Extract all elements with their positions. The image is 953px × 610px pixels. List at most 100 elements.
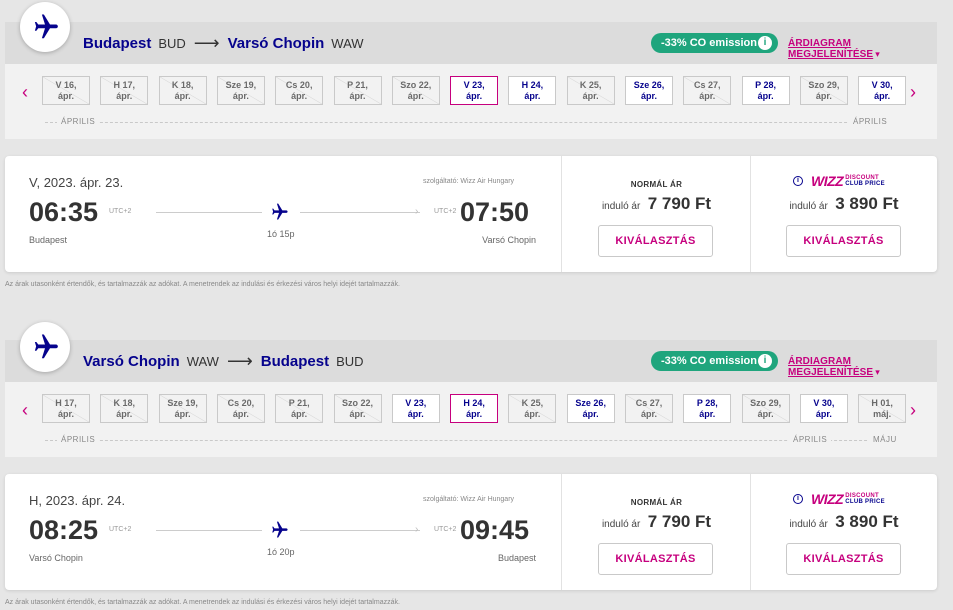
date-cell-month: ápr. xyxy=(232,91,249,101)
date-cell: Sze 19, ápr. xyxy=(216,76,265,105)
operator: szolgáltató: Wizz Air Hungary xyxy=(423,178,515,185)
select-club-button[interactable]: KIVÁLASZTÁS xyxy=(786,225,901,257)
date-cell-day: Sze 26, xyxy=(633,80,665,90)
price-chart-link[interactable]: ÁRDIAGRAM MEGJELENÍTÉSE ▾ xyxy=(788,356,937,378)
chevron-left-icon[interactable]: ‹ xyxy=(17,400,33,421)
return-section: Varsó Chopin WAW ⟶ Budapest BUD -33% CO … xyxy=(0,318,953,610)
select-club-button[interactable]: KIVÁLASZTÁS xyxy=(786,543,901,575)
origin-code: WAW xyxy=(186,353,219,369)
price-chart-link[interactable]: ÁRDIAGRAM MEGJELENÍTÉSE ▾ xyxy=(788,38,937,60)
date-selector: ‹ › ÁPRILIS ÁPRILIS MÁJU H 17, ápr. K 18, á… xyxy=(5,382,937,457)
info-icon[interactable]: i xyxy=(758,354,772,368)
date-cell-month: ápr. xyxy=(815,91,832,101)
price-value: 3 890 Ft xyxy=(835,512,899,531)
normal-price-header: NORMÁL ÁR xyxy=(630,180,683,189)
date-cell-month: ápr. xyxy=(524,91,541,101)
date-cell[interactable]: P 28, ápr. xyxy=(683,394,732,423)
price-value: 3 890 Ft xyxy=(835,194,899,213)
date-cell-day: K 25, xyxy=(579,80,602,90)
date-cell-day: P 28, xyxy=(755,80,777,90)
date-cell-day: V 30, xyxy=(813,398,835,408)
price-value: 7 790 Ft xyxy=(647,194,712,213)
departure-city: Budapest xyxy=(29,235,68,245)
date-cell: V 16, ápr. xyxy=(42,76,90,105)
date-cell: K 25, ápr. xyxy=(566,76,615,105)
discount-club-logo: i WIZZ DISCOUNT CLUB PRICE xyxy=(793,173,885,189)
date-cell-month: ápr. xyxy=(699,91,716,101)
date-cell-day: Sze 26, xyxy=(575,398,606,408)
chevron-right-icon[interactable]: › xyxy=(905,82,921,103)
date-cell[interactable]: H 24, ápr. xyxy=(508,76,557,105)
date-cell-day: V 23, xyxy=(463,80,485,90)
normal-price-column: NORMÁL ÁR induló ár 7 790 Ft KIVÁLASZTÁS xyxy=(562,156,751,272)
date-cell: Sze 19, ápr. xyxy=(158,394,207,423)
departure-utc: UTC+2 xyxy=(109,526,132,533)
date-cell-day: P 28, xyxy=(696,398,718,408)
date-cell-month: ápr. xyxy=(466,409,483,419)
month-divider xyxy=(45,440,887,441)
normal-price: induló ár 7 790 Ft xyxy=(562,194,751,214)
route-line xyxy=(156,530,262,531)
date-cell[interactable]: H 24, ápr. xyxy=(450,394,499,423)
date-cell-day: Szo 22, xyxy=(341,398,373,408)
date-cell: P 21, ápr. xyxy=(333,76,382,105)
date-cell: Cs 20, ápr. xyxy=(216,394,265,423)
route-line xyxy=(156,212,262,213)
info-icon[interactable]: i xyxy=(793,176,803,186)
flight-card: H, 2023. ápr. 24. szolgáltató: Wizz Air … xyxy=(5,474,937,590)
select-normal-button[interactable]: KIVÁLASZTÁS xyxy=(598,543,713,575)
date-cell[interactable]: Sze 26, ápr. xyxy=(566,394,615,423)
date-cell-month: ápr. xyxy=(582,91,599,101)
select-normal-button[interactable]: KIVÁLASZTÁS xyxy=(598,225,713,257)
arrival-city: Budapest xyxy=(497,553,536,563)
date-cell-month: ápr. xyxy=(582,409,599,419)
date-cell: Szo 22, ápr. xyxy=(333,394,382,423)
info-icon[interactable]: i xyxy=(758,36,772,50)
date-cell-day: Cs 20, xyxy=(227,398,255,408)
date-cell[interactable]: Sze 26, ápr. xyxy=(625,76,673,105)
from-label: induló ár xyxy=(601,201,641,212)
date-cell-day: K 25, xyxy=(521,398,544,408)
date-cell-month: ápr. xyxy=(116,91,133,101)
date-cell-month: ápr. xyxy=(640,409,657,419)
date-cell-day: Szo 29, xyxy=(808,80,840,90)
date-cell: Cs 27, ápr. xyxy=(625,394,673,423)
date-cell-day: Sze 19, xyxy=(167,398,198,408)
date-cell[interactable]: V 23, ápr. xyxy=(450,76,499,105)
date-cell-day: H 17, xyxy=(113,80,136,90)
info-icon[interactable]: i xyxy=(793,494,803,504)
emission-label: -33% CO emission xyxy=(661,37,757,49)
club-text: DISCOUNT CLUB PRICE xyxy=(845,493,885,505)
club-line2: CLUB PRICE xyxy=(845,499,885,505)
date-cell-day: P 21, xyxy=(288,398,310,408)
date-cell-month: ápr. xyxy=(524,409,541,419)
date-cell-day: V 23, xyxy=(405,398,427,408)
emission-badge[interactable]: -33% CO emission i xyxy=(651,33,778,53)
club-price: induló ár 3 890 Ft xyxy=(751,512,937,532)
date-cell[interactable]: V 23, ápr. xyxy=(391,394,440,423)
date-cell: H 17, ápr. xyxy=(100,76,149,105)
flight-duration: 1ó 15p xyxy=(267,229,295,239)
chevron-right-icon: › xyxy=(415,206,419,217)
chevron-right-icon: › xyxy=(415,524,419,535)
emission-badge[interactable]: -33% CO emission i xyxy=(651,351,778,371)
chevron-left-icon[interactable]: ‹ xyxy=(17,82,33,103)
price-chart-link-label: ÁRDIAGRAM MEGJELENÍTÉSE xyxy=(788,356,874,378)
date-cell[interactable]: P 28, ápr. xyxy=(741,76,790,105)
chevron-right-icon[interactable]: › xyxy=(905,400,921,421)
operator: szolgáltató: Wizz Air Hungary xyxy=(423,496,515,503)
flight-duration: 1ó 20p xyxy=(267,547,295,557)
airplane-icon xyxy=(269,520,289,545)
price-value: 7 790 Ft xyxy=(647,512,712,531)
normal-price-header: NORMÁL ÁR xyxy=(630,498,683,507)
date-cell[interactable]: V 30, ápr. xyxy=(858,76,907,105)
date-cell[interactable]: V 30, ápr. xyxy=(799,394,848,423)
route-title: Varsó Chopin WAW ⟶ Budapest BUD xyxy=(83,340,364,382)
departure-time: 06:35 xyxy=(29,197,99,227)
date-cell: K 18, ápr. xyxy=(158,76,207,105)
date-cell: Cs 27, ápr. xyxy=(683,76,732,105)
month-label: MÁJU xyxy=(869,435,901,444)
date-cell-day: H 01, xyxy=(871,398,893,408)
date-cell-day: Szo 29, xyxy=(750,398,782,408)
date-cell-month: ápr. xyxy=(57,91,74,101)
